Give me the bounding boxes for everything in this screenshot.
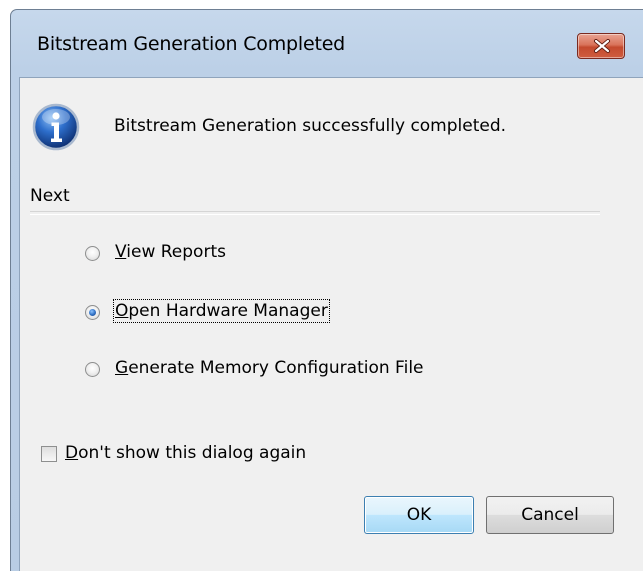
next-section-label: Next bbox=[30, 186, 70, 206]
close-button[interactable] bbox=[577, 33, 625, 59]
radio-button[interactable] bbox=[85, 362, 100, 377]
separator bbox=[30, 211, 600, 215]
dialog-window: Bitstream Generation Completed bbox=[10, 9, 643, 571]
close-icon bbox=[594, 39, 610, 53]
info-icon bbox=[32, 103, 80, 151]
ok-button[interactable]: OK bbox=[364, 496, 474, 534]
dont-show-again-checkbox[interactable] bbox=[41, 446, 57, 462]
radio-label[interactable]: View Reports bbox=[115, 242, 226, 262]
radio-label[interactable]: Open Hardware Manager bbox=[113, 299, 330, 323]
cancel-button[interactable]: Cancel bbox=[486, 496, 614, 534]
checkbox-label[interactable]: Don't show this dialog again bbox=[65, 443, 306, 463]
radio-selected-dot bbox=[89, 309, 96, 316]
title-bar[interactable]: Bitstream Generation Completed bbox=[11, 10, 643, 77]
window-title: Bitstream Generation Completed bbox=[37, 33, 346, 55]
radio-label[interactable]: Generate Memory Configuration File bbox=[115, 358, 424, 378]
status-message: Bitstream Generation successfully comple… bbox=[114, 116, 507, 136]
radio-button[interactable] bbox=[85, 246, 100, 261]
radio-button[interactable] bbox=[85, 305, 100, 320]
